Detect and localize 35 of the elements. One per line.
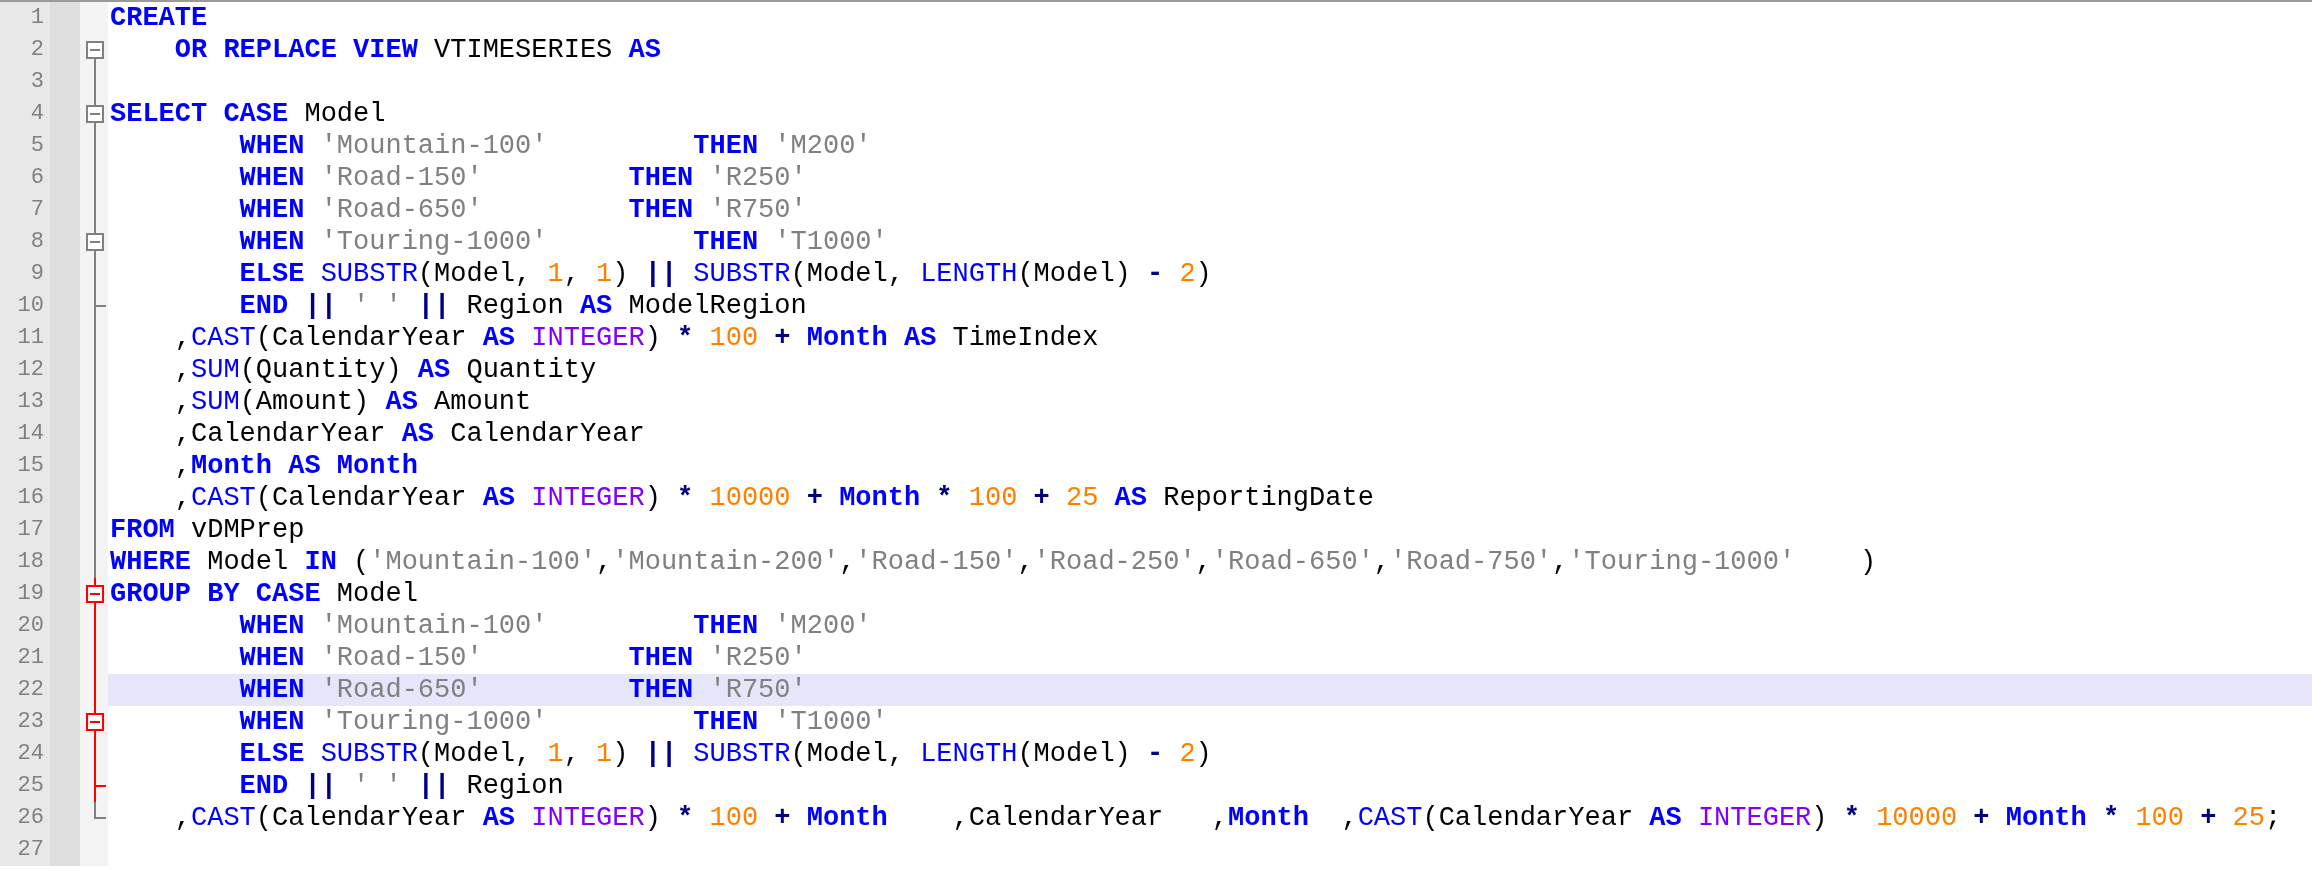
fold-toggle[interactable] (86, 713, 104, 731)
fold-toggle[interactable] (86, 41, 104, 59)
line-number: 21 (0, 642, 50, 674)
fold-end-marker (94, 290, 106, 322)
line-number: 22 (0, 674, 50, 706)
line-number: 23 (0, 706, 50, 738)
line-number: 26 (0, 802, 50, 834)
fold-toggle[interactable] (86, 233, 104, 251)
line-number: 15 (0, 450, 50, 482)
line-number: 18 (0, 546, 50, 578)
line-number: 6 (0, 162, 50, 194)
line-number: 4 (0, 98, 50, 130)
line-number: 8 (0, 226, 50, 258)
line-number: 9 (0, 258, 50, 290)
line-number: 13 (0, 386, 50, 418)
line-number: 24 (0, 738, 50, 770)
line-number: 7 (0, 194, 50, 226)
bookmark-margin (50, 834, 80, 866)
line-number: 10 (0, 290, 50, 322)
line-number: 20 (0, 610, 50, 642)
line-number: 3 (0, 66, 50, 98)
line-number: 25 (0, 770, 50, 802)
line-number: 12 (0, 354, 50, 386)
line-number: 19 (0, 578, 50, 610)
bookmark-margin (50, 2, 80, 34)
line-number: 14 (0, 418, 50, 450)
line-number: 16 (0, 482, 50, 514)
line-number: 17 (0, 514, 50, 546)
line-number: 27 (0, 834, 50, 866)
line-number: 2 (0, 34, 50, 66)
line-number: 1 (0, 2, 50, 34)
fold-toggle[interactable] (86, 105, 104, 123)
fold-toggle[interactable] (86, 585, 104, 603)
line-number: 5 (0, 130, 50, 162)
line-number: 11 (0, 322, 50, 354)
